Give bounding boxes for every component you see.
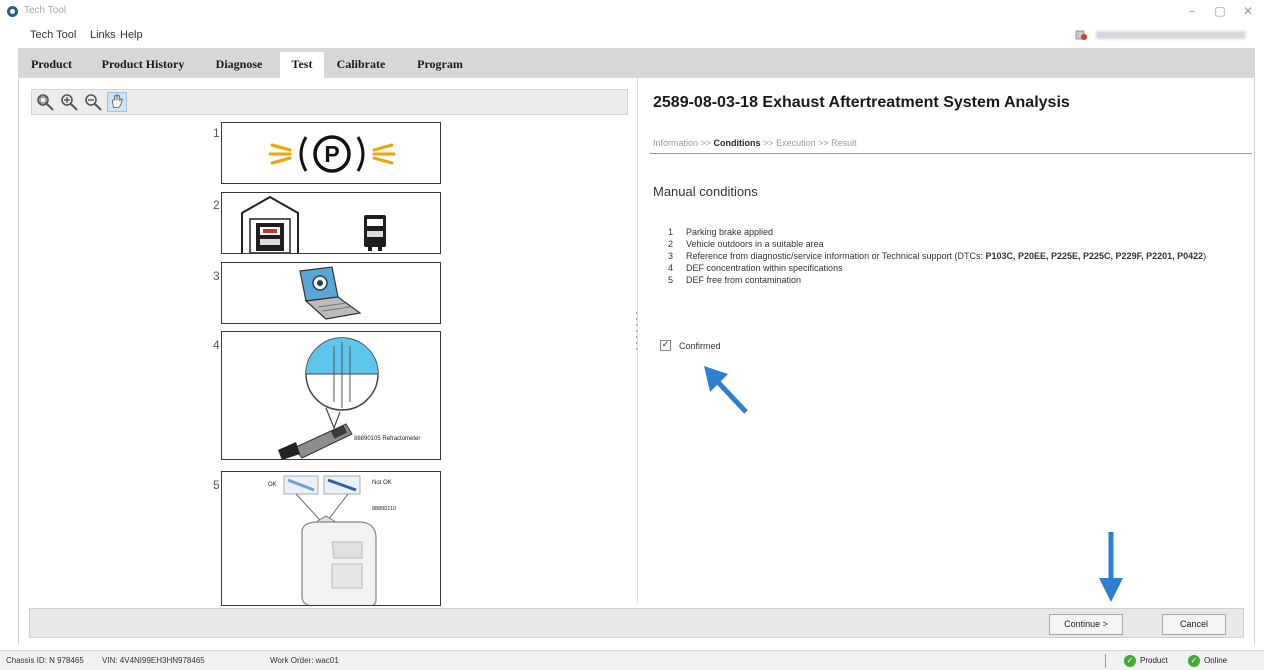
- minimize-button[interactable]: –: [1178, 2, 1206, 20]
- status-divider: [1105, 654, 1106, 668]
- list-item: 3 Reference from diagnostic/service infor…: [668, 251, 1207, 261]
- breadcrumb: Information >> Conditions >> Execution >…: [653, 138, 857, 148]
- tab-test[interactable]: Test: [280, 52, 324, 78]
- step-image-laptop: [221, 262, 441, 324]
- cancel-button[interactable]: Cancel: [1162, 614, 1226, 635]
- list-item: 1 Parking brake applied: [668, 227, 774, 237]
- breadcrumb-divider: [650, 153, 1252, 154]
- step-number: 1: [213, 126, 220, 140]
- online-status[interactable]: ✓ Online: [1188, 654, 1227, 668]
- step-image-def-container: OK Not OK 88890110: [221, 471, 441, 606]
- list-item: 2 Vehicle outdoors in a suitable area: [668, 239, 824, 249]
- part-number-label: 88890110: [372, 506, 396, 512]
- instruction-steps-list[interactable]: 1 P 2 3 4 88890105 Refractometer 5 OK No…: [31, 118, 628, 608]
- step-image-vehicle-outdoors: [221, 192, 441, 254]
- check-icon: ✓: [1188, 655, 1200, 667]
- tab-calibrate[interactable]: Calibrate: [326, 52, 396, 78]
- vin: VIN: 4V4NI99EH3HN978465: [102, 656, 205, 665]
- step-number: 2: [213, 198, 220, 212]
- svg-text:P: P: [324, 141, 339, 167]
- user-alert-icon[interactable]: [1075, 29, 1087, 41]
- test-details-pane: 2589-08-03-18 Exhaust Aftertreatment Sys…: [637, 78, 1254, 603]
- product-status[interactable]: ✓ Product: [1124, 654, 1168, 668]
- conditions-list: 1 Parking brake applied 2 Vehicle outdoors…: [668, 226, 1238, 286]
- dtc-codes: P103C, P20EE, P225E, P225C, P229F, P2201…: [985, 251, 1204, 261]
- step-number: 5: [213, 478, 220, 492]
- chassis-id: Chassis ID: N 978465: [6, 656, 84, 665]
- breadcrumb-execution: Execution: [776, 138, 816, 148]
- instruction-image-pane: 1 P 2 3 4 88890105 Refractometer 5 OK No…: [19, 78, 635, 606]
- step-image-parking-brake: P: [221, 122, 441, 184]
- work-order: Work Order: wac01: [270, 656, 339, 665]
- not-ok-label: Not OK: [372, 480, 392, 486]
- refractometer-icon: 88890105 Refractometer: [278, 337, 420, 459]
- continue-button[interactable]: Continue >: [1049, 614, 1123, 635]
- window-title-bar: Tech Tool – ▢ ✕: [0, 0, 1264, 22]
- test-content-area: 1 P 2 3 4 88890105 Refractometer 5 OK No…: [18, 78, 1255, 645]
- list-item: 4 DEF concentration within specifications: [668, 263, 843, 273]
- vehicle-outdoors-icon: [241, 195, 386, 253]
- menu-links[interactable]: Links: [90, 29, 116, 41]
- breadcrumb-conditions: Conditions: [713, 138, 761, 148]
- status-bar: Chassis ID: N 978465 VIN: 4V4NI99EH3HN97…: [0, 650, 1264, 670]
- maximize-button[interactable]: ▢: [1206, 2, 1234, 20]
- tab-product[interactable]: Product: [20, 52, 83, 78]
- breadcrumb-separator: >>: [760, 138, 777, 148]
- zoom-fit-icon[interactable]: [35, 92, 55, 112]
- main-tab-bar: Product Product History Diagnose Test Ca…: [18, 48, 1255, 78]
- annotation-arrow-up-left: [704, 366, 748, 414]
- tech-tool-logo-icon: [7, 6, 18, 17]
- def-container-icon: OK Not OK 88890110: [268, 475, 396, 605]
- step-number: 4: [213, 338, 220, 352]
- check-icon: ✓: [1124, 655, 1136, 667]
- parking-brake-icon: P: [268, 135, 396, 173]
- annotation-arrow-down: [1099, 532, 1123, 602]
- ok-label: OK: [268, 482, 277, 488]
- page-title: 2589-08-03-18 Exhaust Aftertreatment Sys…: [653, 94, 1070, 111]
- step-image-refractometer: 88890105 Refractometer: [221, 331, 441, 460]
- breadcrumb-result: Result: [831, 138, 857, 148]
- pan-hand-icon[interactable]: [107, 92, 127, 112]
- zoom-in-icon[interactable]: [59, 92, 79, 112]
- breadcrumb-separator: >>: [698, 138, 714, 148]
- confirmed-label[interactable]: Confirmed: [679, 341, 721, 351]
- laptop-support-icon: [299, 266, 362, 320]
- zoom-out-icon[interactable]: [83, 92, 103, 112]
- refractometer-caption: 88890105 Refractometer: [354, 436, 420, 442]
- step-number: 3: [213, 269, 220, 283]
- tab-diagnose[interactable]: Diagnose: [204, 52, 274, 78]
- logged-in-user[interactable]: [1096, 31, 1246, 39]
- list-item: 5 DEF free from contamination: [668, 275, 802, 285]
- section-title: Manual conditions: [653, 184, 758, 199]
- menu-tech-tool[interactable]: Tech Tool: [30, 29, 76, 41]
- tab-program[interactable]: Program: [408, 52, 472, 78]
- breadcrumb-separator: >>: [815, 138, 832, 148]
- menu-help[interactable]: Help: [120, 29, 143, 41]
- breadcrumb-information: Information: [653, 138, 699, 148]
- tab-product-history[interactable]: Product History: [88, 52, 198, 78]
- action-button-bar: Continue > Cancel: [29, 608, 1244, 638]
- menu-bar: Tech Tool Links Help: [0, 22, 1264, 48]
- image-toolbar: [31, 89, 628, 115]
- confirmed-checkbox[interactable]: ✓: [660, 340, 671, 351]
- close-button[interactable]: ✕: [1234, 2, 1262, 20]
- window-title: Tech Tool: [24, 5, 67, 16]
